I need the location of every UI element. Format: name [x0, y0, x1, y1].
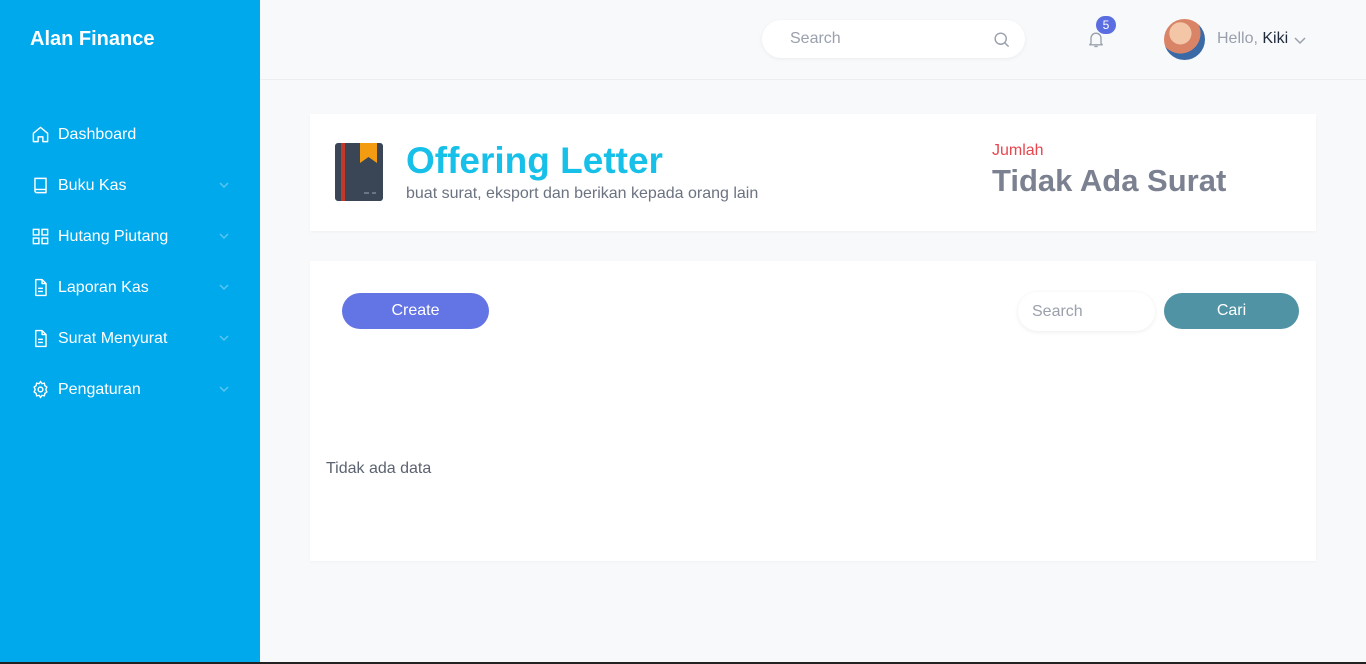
page-title: Offering Letter	[406, 140, 663, 181]
chevron-down-icon	[219, 182, 229, 189]
grid-icon	[30, 227, 50, 247]
user-menu[interactable]: Hello, Kiki	[1217, 30, 1288, 48]
letters-card: Create Cari Tidak ada data	[310, 261, 1316, 561]
chevron-down-icon	[219, 335, 229, 342]
topbar: 5 Hello, Kiki	[260, 0, 1366, 80]
chevron-down-icon	[219, 284, 229, 291]
sidebar-item-label: Pengaturan	[58, 380, 141, 398]
brand-name[interactable]: Alan Finance	[30, 28, 154, 51]
letter-search-input[interactable]	[1018, 292, 1155, 331]
top-search-box	[762, 20, 1025, 58]
notification-badge: 5	[1096, 16, 1116, 34]
count-label: Jumlah	[992, 142, 1044, 159]
sidebar-nav: Dashboard Buku Kas Hutang Piutang Lapora…	[0, 109, 260, 415]
create-button[interactable]: Create	[342, 293, 489, 329]
book-icon	[335, 143, 383, 201]
sidebar-item-surat-menyurat[interactable]: Surat Menyurat	[0, 313, 260, 364]
sidebar-item-label: Hutang Piutang	[58, 227, 169, 245]
sidebar-item-label: Dashboard	[58, 125, 137, 143]
document-icon	[30, 278, 50, 298]
book-icon	[30, 176, 50, 196]
avatar[interactable]	[1164, 19, 1205, 60]
chevron-down-icon	[219, 233, 229, 240]
empty-state-message: Tidak ada data	[326, 460, 432, 477]
page-subtitle: buat surat, eksport dan berikan kepada o…	[406, 185, 759, 202]
chevron-down-icon[interactable]	[1293, 33, 1307, 47]
sidebar-item-dashboard[interactable]: Dashboard	[0, 109, 260, 160]
sidebar-item-hutang-piutang[interactable]: Hutang Piutang	[0, 211, 260, 262]
username: Kiki	[1262, 30, 1289, 47]
home-icon	[30, 125, 50, 145]
sidebar-item-pengaturan[interactable]: Pengaturan	[0, 364, 260, 415]
page-header-card: Offering Letter buat surat, eksport dan …	[310, 114, 1316, 231]
count-value: Tidak Ada Surat	[992, 163, 1227, 198]
sidebar-item-label: Buku Kas	[58, 176, 127, 194]
greeting-text: Hello,	[1217, 30, 1258, 47]
sidebar-item-laporan-kas[interactable]: Laporan Kas	[0, 262, 260, 313]
sidebar-item-label: Laporan Kas	[58, 278, 149, 296]
search-icon[interactable]	[992, 30, 1011, 49]
sidebar-item-label: Surat Menyurat	[58, 329, 168, 347]
chevron-down-icon	[219, 386, 229, 393]
search-input[interactable]	[790, 20, 980, 58]
sidebar: Alan Finance Dashboard Buku Kas Hutang P…	[0, 0, 260, 662]
search-button[interactable]: Cari	[1164, 293, 1299, 329]
sidebar-item-buku-kas[interactable]: Buku Kas	[0, 160, 260, 211]
gear-icon	[30, 380, 50, 400]
document-icon	[30, 329, 50, 349]
